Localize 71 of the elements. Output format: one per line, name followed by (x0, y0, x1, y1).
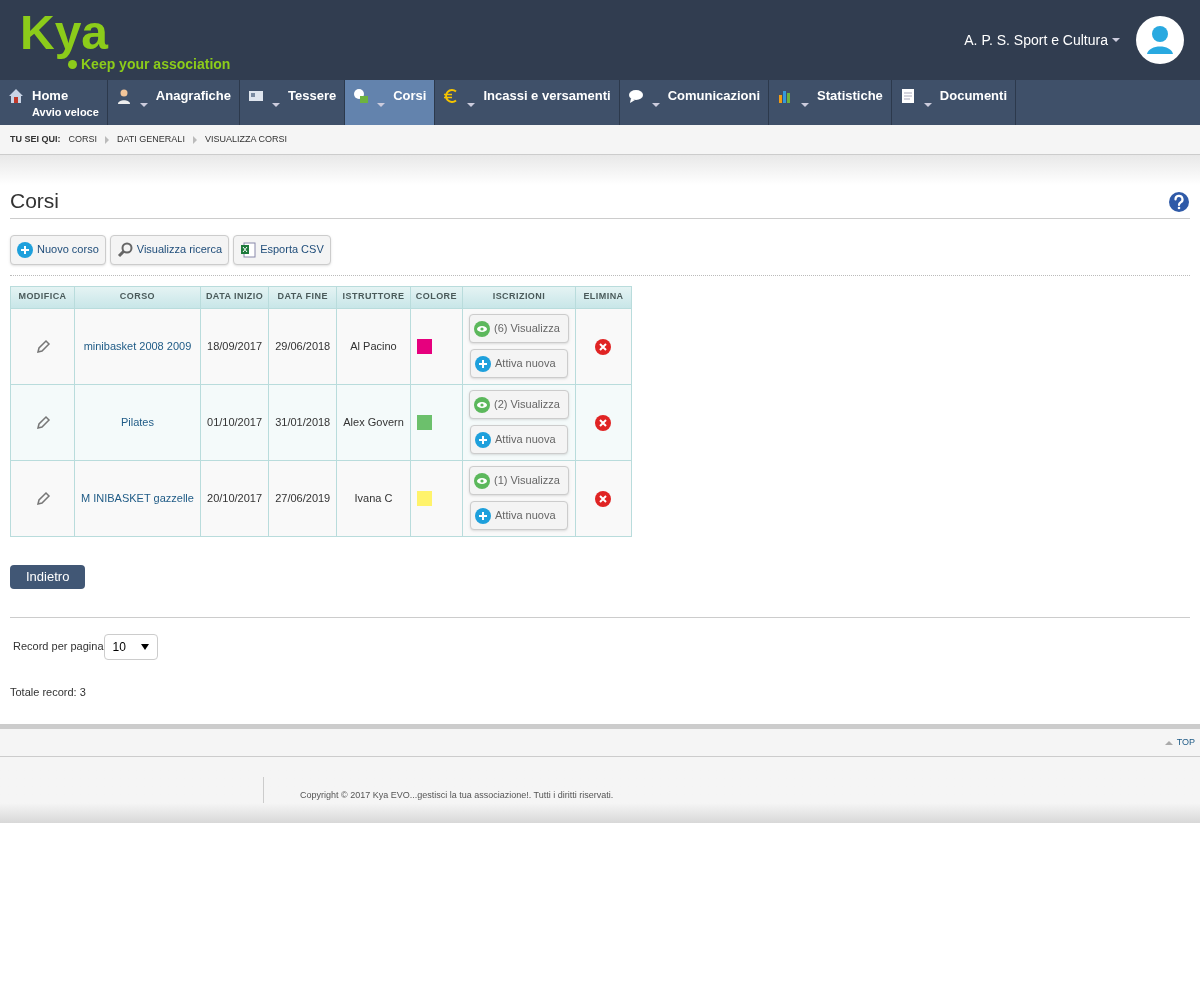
course-link[interactable]: Pilates (120, 415, 154, 428)
view-button[interactable]: (6) Visualizza (469, 314, 569, 343)
breadcrumb-link[interactable]: DATI GENERALI (117, 132, 185, 147)
page-size-label: Record per pagina (13, 639, 104, 655)
delete-icon[interactable] (595, 490, 612, 507)
breadcrumb-link[interactable]: CORSI (68, 132, 98, 147)
chevron-icon (105, 135, 110, 144)
logo-tagline: Keep your association (81, 57, 231, 71)
column-header: COLORE (410, 286, 463, 308)
plus-icon (475, 507, 491, 524)
table-cell: 20/10/2017 (207, 491, 263, 504)
avatar-icon[interactable] (1136, 16, 1184, 64)
card-icon (248, 88, 264, 104)
logo-wordmark: Kya (20, 9, 109, 57)
delete-icon[interactable] (595, 338, 612, 355)
course-link[interactable]: minibasket 2008 2009 (83, 339, 192, 352)
column-header: DATA INIZIO (200, 286, 269, 308)
chevron-icon (192, 135, 197, 144)
view-button[interactable]: (2) Visualizza (469, 390, 569, 419)
eye-icon (474, 320, 490, 337)
total-records: Totale record: 3 (10, 684, 87, 700)
activate-button[interactable]: Attiva nuova (470, 425, 568, 454)
copyright-text: Copyright © 2017 Kya EVO...gestisci la tua associazione!. Tutti i diritti riservati. (300, 789, 614, 802)
table-cell: 01/10/2017 (207, 415, 263, 428)
top-link[interactable]: TOP (1164, 735, 1195, 750)
pencil-icon[interactable] (34, 338, 51, 355)
breadcrumb-link[interactable]: VISUALIZZA CORSI (204, 132, 287, 147)
table-cell: 31/01/2018 (275, 415, 331, 428)
eye-icon (474, 472, 490, 489)
view-button[interactable]: (1) Visualizza (469, 466, 569, 495)
table-cell: 18/09/2017 (207, 339, 263, 352)
person-icon (115, 88, 132, 104)
course-link[interactable]: M INIBASKET gazzelle (81, 491, 194, 504)
column-header: ISCRIZIONI (462, 286, 576, 308)
document-icon (899, 88, 916, 104)
table-cell: Ivana C (354, 491, 393, 504)
toolbar-button[interactable]: Visualizza ricerca (109, 234, 230, 265)
column-header: DATA FINE (268, 286, 337, 308)
plus-icon (17, 241, 33, 258)
speech-bubble-icon (627, 88, 644, 104)
activate-button[interactable]: Attiva nuova (470, 501, 568, 530)
breadcrumb-label: TU SEI QUI: (10, 132, 61, 146)
caret-up-icon (1164, 740, 1173, 745)
column-header: CORSO (74, 286, 201, 308)
toolbar-button[interactable]: Nuovo corso (10, 234, 106, 265)
nav-tab[interactable]: Corsi (345, 80, 436, 125)
account-menu[interactable]: A. P. S. Sport e Cultura (964, 29, 1120, 51)
plus-icon (475, 355, 491, 372)
table-cell: Al Pacino (350, 339, 397, 352)
column-header: MODIFICA (10, 286, 75, 308)
column-header: ELIMINA (575, 286, 632, 308)
house-icon (8, 88, 24, 104)
plus-icon (475, 431, 491, 448)
back-button[interactable]: Indietro (10, 564, 86, 589)
toolbar-button[interactable]: Esporta CSV (233, 234, 331, 265)
table-cell: Alex Govern (343, 415, 404, 428)
pencil-icon[interactable] (34, 490, 51, 507)
page-title: Corsi (10, 188, 59, 214)
eye-icon (474, 396, 490, 413)
delete-icon[interactable] (595, 414, 612, 431)
help-icon[interactable] (1168, 190, 1190, 213)
spreadsheet-icon (240, 241, 257, 258)
search-icon (116, 241, 133, 258)
page-size-select[interactable]: 10 (103, 633, 158, 660)
activate-button[interactable]: Attiva nuova (470, 349, 568, 378)
pencil-icon[interactable] (34, 414, 51, 431)
caret-icon (1112, 38, 1120, 42)
table-cell: 27/06/2019 (275, 491, 331, 504)
column-header: ISTRUTTORE (336, 286, 411, 308)
table-cell: 29/06/2018 (275, 339, 331, 352)
dropdown-arrow-icon (140, 643, 149, 650)
